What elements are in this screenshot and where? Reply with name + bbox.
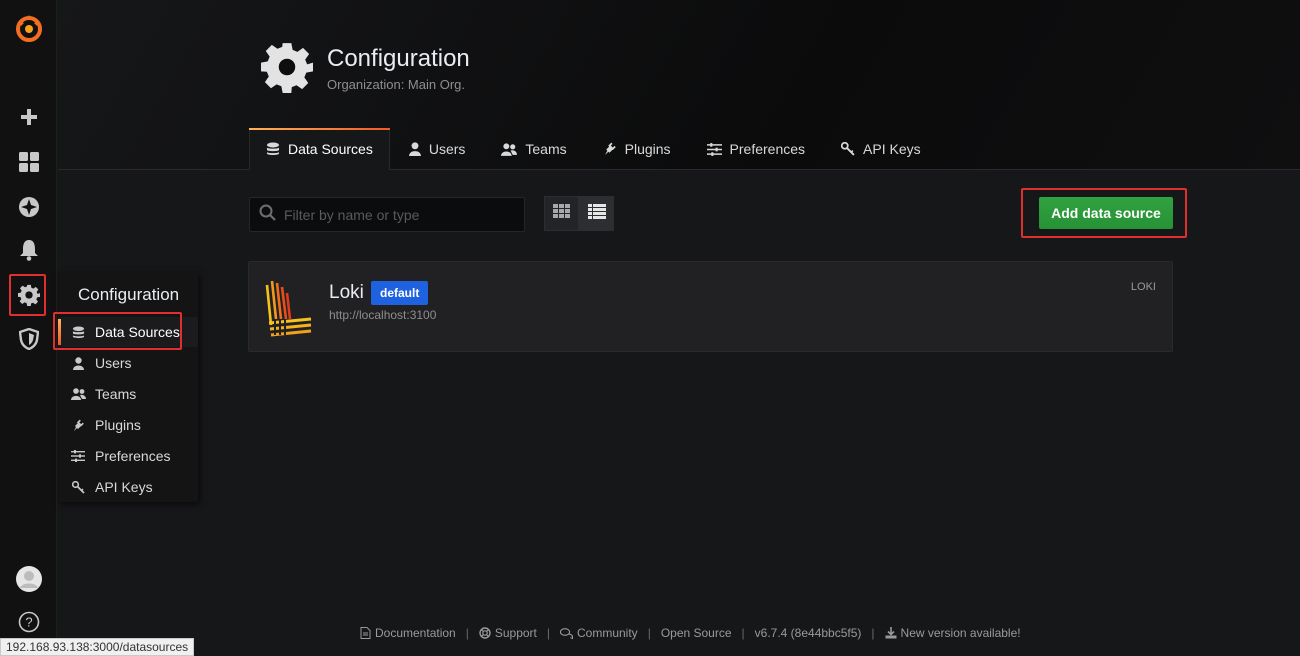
search-icon xyxy=(259,204,276,226)
sidebar: ? xyxy=(0,0,57,656)
community-label: Community xyxy=(577,626,638,640)
separator: | xyxy=(741,626,745,640)
key-icon xyxy=(70,480,86,494)
list-icon xyxy=(587,203,606,224)
list-view-button[interactable] xyxy=(579,196,614,231)
search-input[interactable] xyxy=(284,206,514,223)
user-avatar[interactable] xyxy=(0,559,57,599)
support-link[interactable]: Support xyxy=(479,626,537,640)
open-source-link[interactable]: Open Source xyxy=(661,626,732,640)
plug-icon xyxy=(70,418,86,432)
datasource-name: Loki xyxy=(329,282,364,303)
plus-icon[interactable] xyxy=(0,97,57,137)
datasource-url: http://localhost:3100 xyxy=(329,308,437,322)
sliders-icon xyxy=(706,142,722,156)
new-version-label: New version available! xyxy=(900,626,1021,640)
separator: | xyxy=(871,626,875,640)
tab-label: API Keys xyxy=(863,141,921,157)
key-icon xyxy=(841,142,855,156)
tabs: Data Sources Users Teams Plugins Prefere… xyxy=(249,128,940,170)
user-icon xyxy=(408,142,421,156)
documentation-label: Documentation xyxy=(375,626,456,640)
explore-icon[interactable] xyxy=(0,187,57,227)
tab-label: Users xyxy=(428,141,466,157)
user-icon xyxy=(70,356,86,370)
tab-preferences[interactable]: Preferences xyxy=(690,128,822,170)
tab-api-keys[interactable]: API Keys xyxy=(824,128,938,170)
new-version-link[interactable]: New version available! xyxy=(885,626,1021,640)
flyout-item-users[interactable]: Users xyxy=(58,348,198,378)
flyout-item-api-keys[interactable]: API Keys xyxy=(58,472,198,502)
alerting-icon[interactable] xyxy=(0,230,57,270)
loki-logo-icon xyxy=(263,279,313,342)
flyout-title: Configuration xyxy=(78,285,180,304)
tab-teams[interactable]: Teams xyxy=(484,128,583,170)
flyout-item-label: Plugins xyxy=(95,417,141,433)
configuration-flyout-menu: Configuration Data Sources Users Teams P… xyxy=(58,272,198,502)
page-subtitle: Organization: Main Org. xyxy=(327,77,466,92)
comments-icon xyxy=(560,627,573,639)
add-data-source-button[interactable]: Add data source xyxy=(1039,197,1173,229)
footer: Documentation | Support | Community | Op… xyxy=(360,626,1021,640)
grid-icon xyxy=(553,204,570,223)
grid-view-button[interactable] xyxy=(544,196,579,231)
data-sources-highlight-box xyxy=(53,312,182,350)
users-icon xyxy=(70,387,86,401)
tab-label: Preferences xyxy=(729,141,806,157)
datasource-type: LOKI xyxy=(1130,281,1156,293)
community-link[interactable]: Community xyxy=(560,626,638,640)
flyout-item-preferences[interactable]: Preferences xyxy=(58,441,198,471)
tab-label: Plugins xyxy=(624,141,671,157)
page-title: Configuration xyxy=(327,45,470,72)
search-field[interactable] xyxy=(249,197,525,232)
flyout-item-label: API Keys xyxy=(95,479,153,495)
server-admin-shield-icon[interactable] xyxy=(0,319,57,359)
view-mode-toggle xyxy=(544,196,614,231)
flyout-item-label: Preferences xyxy=(95,448,171,464)
flyout-item-label: Teams xyxy=(95,386,137,402)
tab-label: Data Sources xyxy=(288,141,373,157)
tab-data-sources[interactable]: Data Sources xyxy=(249,128,390,170)
flyout-item-teams[interactable]: Teams xyxy=(58,379,198,409)
help-icon[interactable]: ? xyxy=(0,602,57,642)
tab-users[interactable]: Users xyxy=(392,128,483,170)
open-source-label: Open Source xyxy=(660,626,732,640)
grafana-logo[interactable] xyxy=(0,8,57,48)
lifebuoy-icon xyxy=(479,627,491,639)
support-label: Support xyxy=(494,626,537,640)
separator: | xyxy=(647,626,651,640)
browser-status-url: 192.168.93.138:3000/datasources xyxy=(0,638,195,656)
tab-plugins[interactable]: Plugins xyxy=(586,128,688,170)
configuration-gear-icon xyxy=(261,41,313,98)
users-icon xyxy=(501,142,518,156)
flyout-item-plugins[interactable]: Plugins xyxy=(58,410,198,440)
separator: | xyxy=(465,626,469,640)
separator: | xyxy=(546,626,550,640)
tab-label: Teams xyxy=(525,141,567,157)
svg-text:?: ? xyxy=(25,615,32,630)
version-text: v6.7.4 (8e44bbc5f5) xyxy=(755,626,862,640)
documentation-link[interactable]: Documentation xyxy=(360,626,456,640)
plug-icon xyxy=(603,142,617,156)
version-label: v6.7.4 (8e44bbc5f5) xyxy=(754,626,862,640)
default-badge: default xyxy=(371,281,429,305)
dashboards-icon[interactable] xyxy=(0,142,57,182)
gear-highlight-box xyxy=(9,274,46,316)
flyout-item-label: Users xyxy=(95,355,132,371)
database-icon xyxy=(266,142,280,156)
sliders-icon xyxy=(70,449,86,463)
datasource-card-loki[interactable]: Loki default http://localhost:3100 LOKI xyxy=(248,261,1173,352)
download-icon xyxy=(885,627,897,639)
document-icon xyxy=(360,627,371,639)
page-header: Configuration Organization: Main Org. Da… xyxy=(58,0,1300,170)
